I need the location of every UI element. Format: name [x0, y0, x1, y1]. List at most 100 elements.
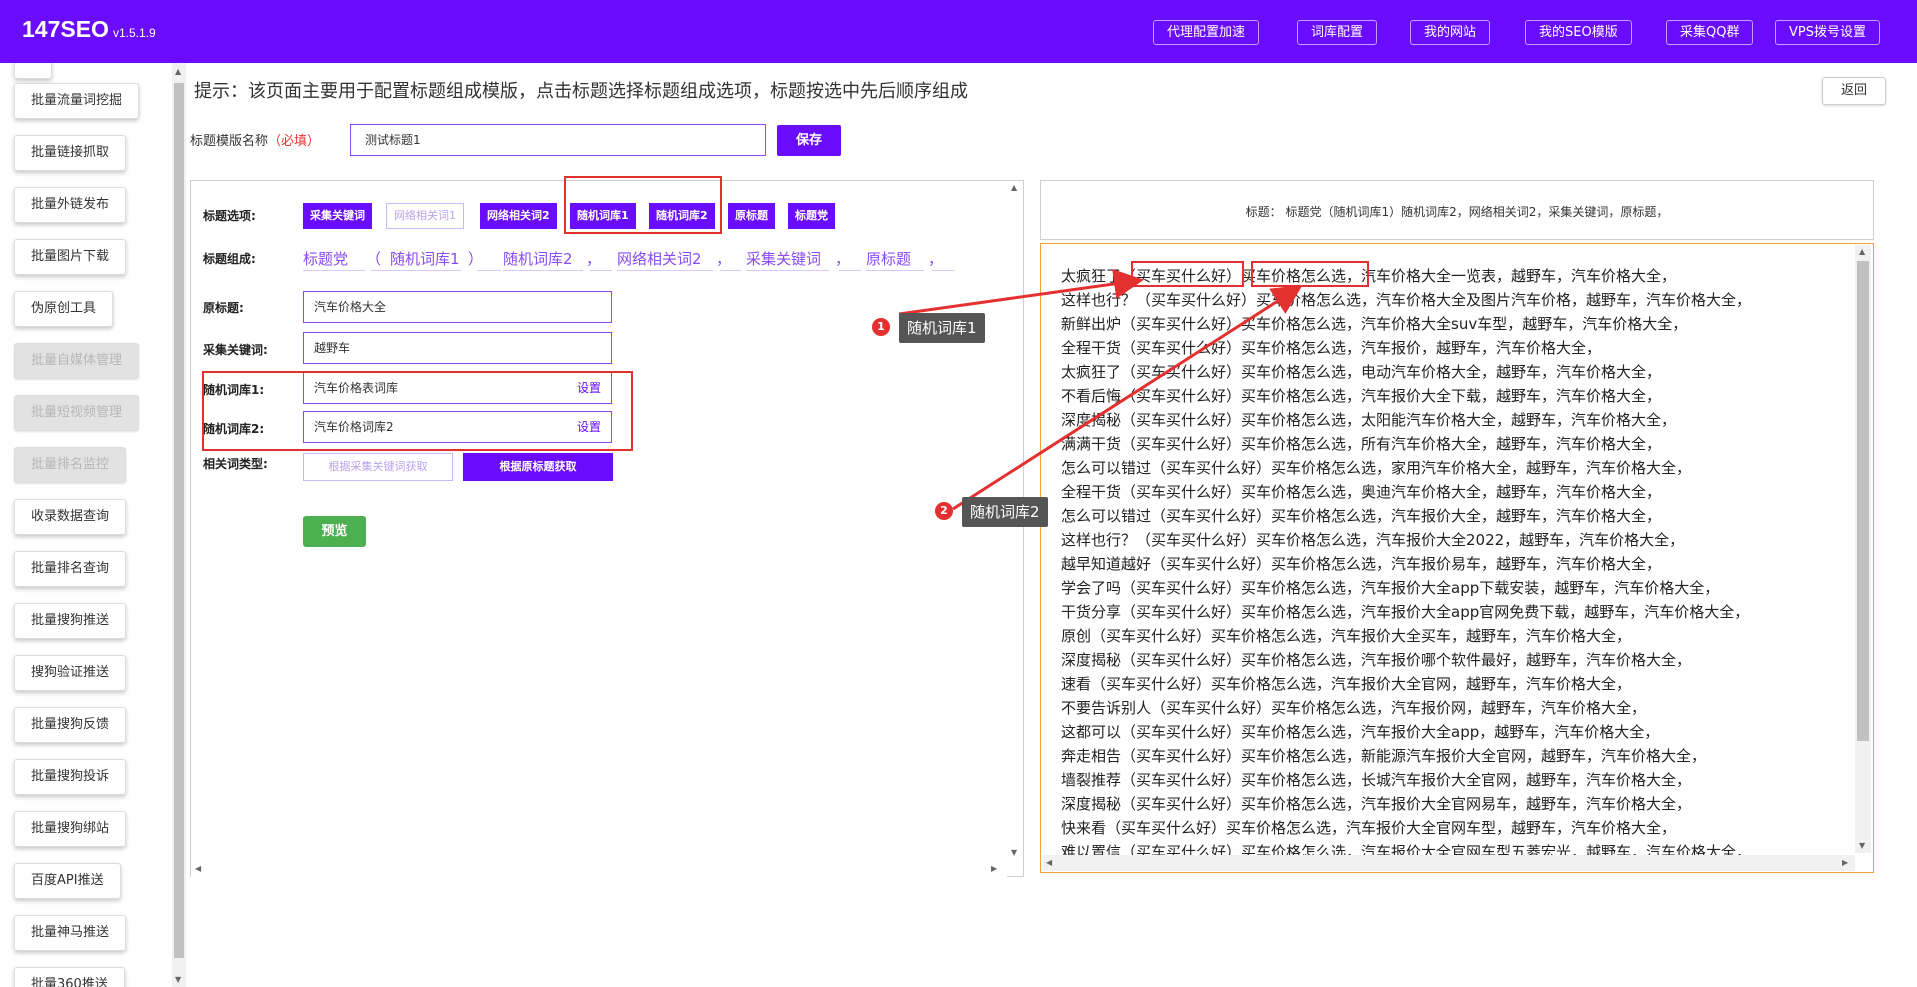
option-clickbait[interactable]: 标题党 [788, 203, 835, 229]
composition-item[interactable]: ） [468, 248, 483, 269]
collect-keyword-input[interactable]: 越野车 [303, 332, 612, 364]
composition-item[interactable]: ， [928, 248, 943, 269]
result-line: 全程干货（买车买什么好）买车价格怎么选，汽车报价，越野车，汽车价格大全， [1061, 339, 1602, 357]
result-line: 这样也行？（买车买什么好）买车价格怎么选，汽车报价大全2022，越野车，汽车价格… [1061, 531, 1685, 549]
result-line: 这都可以（买车买什么好）买车价格怎么选，汽车报价大全app，越野车，汽车价格大全… [1061, 723, 1660, 741]
result-line: 深度揭秘（买车买什么好）买车价格怎么选，太阳能汽车价格大全，越野车，汽车价格大全… [1061, 411, 1677, 429]
composition-underline [866, 270, 924, 271]
nav-vps-dialup[interactable]: VPS拨号设置 [1775, 20, 1880, 45]
result-line: 深度揭秘（买车买什么好）买车价格怎么选，汽车报价大全官网易车，越野车，汽车价格大… [1061, 795, 1692, 813]
nav-qq-group[interactable]: 采集QQ群 [1666, 20, 1754, 45]
scroll-up-icon[interactable]: ▲ [1011, 183, 1017, 192]
sidebar-item-rank-query[interactable]: 批量排名查询 [14, 551, 127, 587]
composition-item[interactable]: （ [366, 248, 381, 269]
sidebar-item-link-fetch[interactable]: 批量链接抓取 [14, 135, 127, 171]
result-line: 学会了吗（买车买什么好）买车价格怎么选，汽车报价大全app下载安装，越野车，汽车… [1061, 579, 1720, 597]
related-by-keyword-button[interactable]: 根据采集关键词获取 [303, 453, 453, 481]
composition-underline [746, 270, 830, 271]
option-original-title[interactable]: 原标题 [728, 203, 775, 229]
preview-button[interactable]: 预览 [303, 516, 366, 547]
result-list-hscroll[interactable]: ◀ ▶ [1042, 855, 1855, 871]
composition-underline [932, 270, 954, 271]
composition-item[interactable]: 标题党 [303, 248, 348, 269]
sidebar-item-baidu-api[interactable]: 百度API推送 [14, 863, 121, 899]
sidebar-item-traffic-words[interactable]: 批量流量词挖掘 [14, 83, 140, 119]
sidebar-item-shenma-push[interactable]: 批量神马推送 [14, 915, 127, 951]
sidebar-item-partial[interactable] [14, 63, 53, 79]
composition-underline [617, 270, 713, 271]
composition-underline [303, 270, 365, 271]
scroll-left-icon[interactable]: ◀ [195, 864, 201, 873]
brand-name: 147SEO [22, 16, 109, 42]
back-button[interactable]: 返回 [1822, 77, 1886, 105]
sidebar-item-index-query[interactable]: 收录数据查询 [14, 499, 127, 535]
result-title: 标题： 标题党（随机词库1）随机词库2，网络相关词2，采集关键词，原标题， [1245, 205, 1669, 219]
composition-item[interactable]: 随机词库2 [503, 248, 573, 269]
composition-item[interactable]: 网络相关词2 [617, 248, 702, 269]
nav-lexicon-config[interactable]: 词库配置 [1297, 20, 1378, 45]
highlight-random-fields [202, 371, 633, 451]
option-net-related-1[interactable]: 网络相关词1 [386, 203, 464, 229]
config-panel-hscroll[interactable]: ◀ ▶ [191, 861, 1007, 877]
result-line: 怎么可以错过（买车买什么好）买车价格怎么选，汽车报价大全，越野车，汽车价格大全， [1061, 507, 1662, 525]
top-bar: 147SEO v1.5.1.9 代理配置加速 词库配置 我的网站 我的SEO模版 … [0, 0, 1917, 63]
original-title-label: 原标题: [203, 301, 244, 315]
highlight-lib2-phrase [1251, 261, 1369, 287]
collect-keyword-label: 采集关键词: [203, 343, 268, 357]
sidebar-scrollbar[interactable]: ▲ ▼ [172, 63, 186, 987]
scroll-down-icon[interactable]: ▼ [1011, 848, 1017, 857]
composition-item[interactable]: ， [716, 248, 731, 269]
template-name-input[interactable]: 测试标题1 [350, 124, 766, 156]
nav-my-sites[interactable]: 我的网站 [1410, 20, 1491, 45]
related-by-title-button[interactable]: 根据原标题获取 [463, 453, 613, 481]
composition-item[interactable]: 原标题 [866, 248, 911, 269]
sidebar-item-360-push[interactable]: 批量360推送 [14, 967, 125, 987]
highlight-lib1-phrase [1131, 261, 1244, 287]
collect-keyword-value: 越野车 [314, 341, 351, 355]
scroll-right-icon[interactable]: ▶ [991, 864, 997, 873]
result-scroll-thumb[interactable] [1857, 261, 1869, 741]
scroll-left-icon[interactable]: ◀ [1046, 858, 1052, 867]
scroll-up-icon[interactable]: ▲ [175, 67, 181, 76]
scroll-up-icon[interactable]: ▲ [1859, 247, 1865, 256]
result-list: 太疯狂了（买车买什么好）买车价格怎么选，汽车价格大全一览表，越野车，汽车价格大全… [1040, 243, 1874, 873]
composition-underline [503, 270, 583, 271]
save-button[interactable]: 保存 [777, 125, 841, 156]
app-brand: 147SEO v1.5.1.9 [22, 16, 156, 43]
required-mark: （必填） [268, 134, 321, 149]
sidebar-item-sogou-bind[interactable]: 批量搜狗绑站 [14, 811, 127, 847]
scroll-down-icon[interactable]: ▼ [175, 975, 181, 984]
composition-item[interactable]: ， [586, 248, 601, 269]
option-net-related-2[interactable]: 网络相关词2 [480, 203, 557, 229]
sidebar-item-media-manage: 批量自媒体管理 [14, 343, 140, 379]
callout-2-badge: 2 [935, 502, 953, 520]
template-name-label-text: 标题模版名称 [190, 134, 269, 149]
sidebar-item-rank-monitor: 批量排名监控 [14, 447, 127, 483]
callout-1-label: 随机词库1 [899, 313, 985, 343]
page-tip: 提示：该页面主要用于配置标题组成模版，点击标题选择标题组成选项，标题按选中先后顺… [194, 81, 968, 102]
sidebar-item-image-download[interactable]: 批量图片下载 [14, 239, 127, 275]
result-line: 不看后悔（买车买什么好）买车价格怎么选，汽车报价大全下载，越野车，汽车价格大全， [1061, 387, 1662, 405]
scroll-down-icon[interactable]: ▼ [1859, 841, 1865, 850]
result-line: 快来看（买车买什么好）买车价格怎么选，汽车报价大全官网车型，越野车，汽车价格大全… [1061, 819, 1677, 837]
sidebar-item-sogou-push[interactable]: 批量搜狗推送 [14, 603, 127, 639]
sidebar-item-outlink-publish[interactable]: 批量外链发布 [14, 187, 127, 223]
composition-item[interactable]: 随机词库1 [390, 248, 460, 269]
composition-item[interactable]: ， [835, 248, 850, 269]
scroll-right-icon[interactable]: ▶ [1842, 858, 1848, 867]
option-collect-keyword[interactable]: 采集关键词 [303, 203, 372, 229]
sidebar-item-sogou-complaint[interactable]: 批量搜狗投诉 [14, 759, 127, 795]
sidebar-item-sogou-verify[interactable]: 搜狗验证推送 [14, 655, 127, 691]
sidebar-scroll-thumb[interactable] [174, 83, 184, 958]
composition-item[interactable]: 采集关键词 [746, 248, 821, 269]
sidebar-item-pseudo-original[interactable]: 伪原创工具 [14, 291, 114, 327]
result-line: 越早知道越好（买车买什么好）买车价格怎么选，汽车报价易车，越野车，汽车价格大全， [1061, 555, 1662, 573]
nav-seo-templates[interactable]: 我的SEO模版 [1525, 20, 1632, 45]
original-title-input[interactable]: 汽车价格大全 [303, 291, 612, 323]
sidebar-item-sogou-feedback[interactable]: 批量搜狗反馈 [14, 707, 127, 743]
result-list-vscroll[interactable]: ▲ ▼ [1855, 245, 1871, 853]
result-line: 太疯狂了（买车买什么好）买车价格怎么选，电动汽车价格大全，越野车，汽车价格大全， [1061, 363, 1662, 381]
nav-proxy-config[interactable]: 代理配置加速 [1153, 20, 1260, 45]
callout-2-label: 随机词库2 [962, 497, 1048, 527]
result-line: 深度揭秘（买车买什么好）买车价格怎么选，汽车报价哪个软件最好，越野车，汽车价格大… [1061, 651, 1692, 669]
